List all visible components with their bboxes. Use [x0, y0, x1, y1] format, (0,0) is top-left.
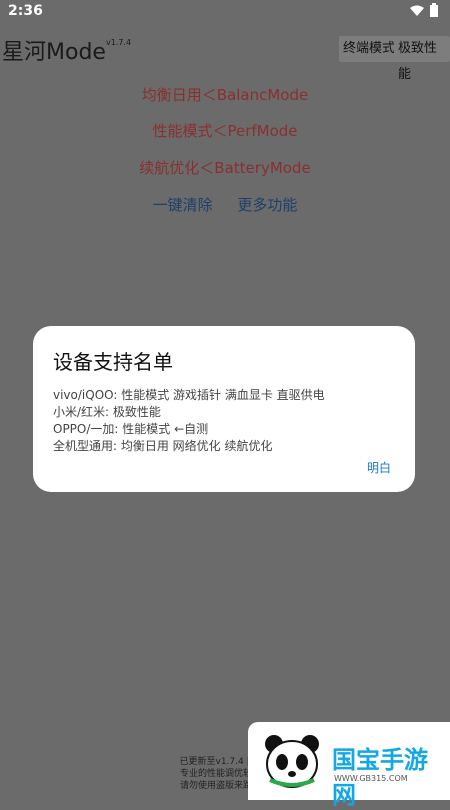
balanc-mode-button[interactable]: 均衡日用＜BalancMode [0, 84, 450, 105]
dialog-line-oppo: OPPO/一加: 性能模式 ←自测 [53, 422, 209, 436]
app-version: v1.7.4 [105, 37, 132, 47]
more-functions-button[interactable]: 更多功能 [237, 196, 297, 214]
dialog-title: 设备支持名单 [53, 350, 173, 374]
battery-icon [430, 2, 438, 21]
panda-logo-icon [265, 735, 319, 788]
status-bar: 2:36 [0, 0, 450, 24]
wifi-icon [410, 2, 424, 21]
battery-mode-button[interactable]: 续航优化＜BatteryMode [0, 157, 450, 178]
one-key-clear-button[interactable]: 一键清除 [153, 196, 213, 214]
dialog-line-vivo: vivo/iQOO: 性能模式 游戏插针 满血显卡 直驱供电 [53, 388, 325, 402]
status-icons [410, 2, 438, 21]
device-support-dialog: 设备支持名单 vivo/iQOO: 性能模式 游戏插针 满血显卡 直驱供电 小米… [33, 326, 415, 492]
extreme-performance-button[interactable]: 极致性能 [394, 36, 450, 82]
perf-mode-button[interactable]: 性能模式＜PerfMode [0, 120, 450, 141]
dialog-line-all: 全机型通用: 均衡日用 网络优化 续航优化 [53, 439, 273, 453]
status-time: 2:36 [8, 3, 43, 19]
watermark: 国宝手游网 WWW.GB315.COM [248, 722, 450, 809]
app-title: 星河Modev1.7.4 [2, 34, 131, 66]
action-row: 一键清除 更多功能 [0, 194, 450, 215]
dialog-ok-button[interactable]: 明白 [367, 459, 391, 476]
dialog-line-xiaomi: 小米/红米: 极致性能 [53, 405, 161, 419]
watermark-url: WWW.GB315.COM [334, 774, 408, 783]
app-title-text: 星河Mode [2, 40, 106, 65]
terminal-mode-button[interactable]: 终端模式 [339, 36, 400, 62]
